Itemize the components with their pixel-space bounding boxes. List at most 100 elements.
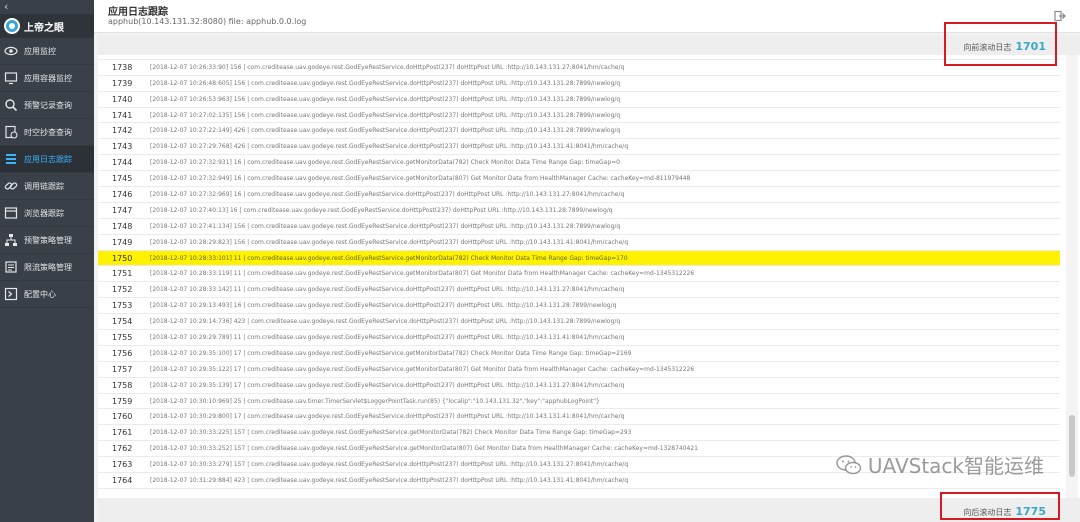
scroll-down-bar[interactable]: 向后滚动日志 1775 bbox=[98, 498, 1080, 522]
log-message: [2018-12-07 10:27:40:13] 16 | com.credit… bbox=[150, 206, 613, 214]
log-message: [2018-12-07 10:28:29:823] 156 | com.cred… bbox=[150, 238, 629, 246]
log-line-number: 1747 bbox=[112, 205, 133, 215]
log-row: 1748 [2018-12-07 10:27:41:134] 156 | com.… bbox=[98, 219, 1060, 235]
sidebar-item-ratelimit-policy[interactable]: 限流策略管理 bbox=[0, 254, 94, 281]
exit-icon[interactable] bbox=[1054, 10, 1066, 22]
log-row: 1752 [2018-12-07 10:28:33:142] 11 | com.c… bbox=[98, 282, 1060, 299]
log-line-number: 1738 bbox=[112, 62, 133, 72]
log-row-highlighted: 1750 [2018-12-07 10:28:33:101] 11 | com.c… bbox=[98, 250, 1060, 267]
watermark-text: UAVStack智能运维 bbox=[867, 454, 1044, 478]
brand: 上帝之眼 bbox=[0, 14, 94, 38]
sidebar-item-alert-records[interactable]: 预警记录查询 bbox=[0, 92, 94, 119]
sidebar-item-label: 配置中心 bbox=[24, 289, 56, 299]
sidebar-item-call-chain[interactable]: 调用链跟踪 bbox=[0, 173, 94, 200]
logo-icon bbox=[4, 18, 20, 34]
log-row: 1758 [2018-12-07 10:29:35:139] 17 | com.c… bbox=[98, 378, 1060, 394]
sidebar-item-container-monitor[interactable]: 应用容器监控 bbox=[0, 65, 94, 92]
log-message: [2018-12-07 10:30:29:800] 17 | com.credi… bbox=[150, 413, 625, 421]
log-row: 1745 [2018-12-07 10:27:32:949] 16 | com.c… bbox=[98, 171, 1060, 188]
log-line-number: 1758 bbox=[112, 380, 133, 390]
tree-icon bbox=[4, 233, 18, 247]
log-line-number: 1748 bbox=[112, 221, 133, 231]
log-row: 1749 [2018-12-07 10:28:29:823] 156 | com.… bbox=[98, 235, 1060, 251]
back-icon[interactable]: ‹ bbox=[0, 0, 94, 14]
sidebar-nav: 应用监控 应用容器监控 预警记录查询 时空抄查查询 应用日志跟踪 调用链跟踪 浏… bbox=[0, 38, 94, 308]
log-row: 1754 [2018-12-07 10:29:14:736] 423 | com.… bbox=[98, 314, 1060, 331]
shield-icon bbox=[4, 260, 18, 274]
wechat-icon bbox=[836, 454, 862, 474]
log-message: [2018-12-07 10:28:33:142] 11 | com.credi… bbox=[150, 286, 625, 294]
log-line-number: 1761 bbox=[112, 428, 133, 438]
log-file-info: apphub(10.143.131.32:8080) file: apphub.… bbox=[108, 17, 307, 26]
log-row: 1740 [2018-12-07 10:26:53:963] 156 | com.… bbox=[98, 92, 1060, 108]
log-row: 1761 [2018-12-07 10:30:33:225] 157 | com.… bbox=[98, 425, 1060, 442]
log-row: 1746 [2018-12-07 10:27:32:969] 16 | com.c… bbox=[98, 187, 1060, 203]
monitor-icon bbox=[4, 71, 18, 85]
sidebar-item-label: 应用监控 bbox=[24, 46, 56, 56]
log-message: [2018-12-07 10:30:33:252] 157 | com.cred… bbox=[150, 445, 698, 453]
bars-icon bbox=[4, 152, 18, 166]
log-line-number: 1763 bbox=[112, 460, 133, 470]
log-line-number: 1756 bbox=[112, 348, 133, 358]
sidebar-item-browser-trace[interactable]: 浏览器跟踪 bbox=[0, 200, 94, 227]
sidebar-item-alert-policy[interactable]: 预警策略管理 bbox=[0, 227, 94, 254]
log-line-number: 1750 bbox=[112, 253, 133, 263]
scrollbar-thumb[interactable] bbox=[1069, 415, 1075, 477]
log-row: 1756 [2018-12-07 10:29:35:100] 17 | com.c… bbox=[98, 346, 1060, 362]
page-header: 应用日志跟踪 apphub(10.143.131.32:8080) file: … bbox=[94, 0, 1080, 33]
log-message: [2018-12-07 10:30:33:279] 157 | com.cred… bbox=[150, 461, 629, 469]
log-message: [2018-12-07 10:27:32:969] 16 | com.credi… bbox=[150, 190, 625, 198]
log-message: [2018-12-07 10:26:33:90] 156 | com.credi… bbox=[150, 63, 625, 71]
scroll-up-bar[interactable]: 向前滚动日志 1701 bbox=[98, 35, 1080, 55]
log-line-number: 1757 bbox=[112, 364, 133, 374]
vertical-scrollbar[interactable] bbox=[1066, 55, 1078, 498]
watermark: UAVStack智能运维 bbox=[836, 450, 1044, 479]
log-line-number: 1749 bbox=[112, 237, 133, 247]
sidebar: ‹ 上帝之眼 应用监控 应用容器监控 预警记录查询 时空抄查查询 应用日志跟踪 … bbox=[0, 0, 94, 522]
log-message: [2018-12-07 10:29:14:736] 423 | com.cred… bbox=[150, 318, 621, 326]
log-message: [2018-12-07 10:29:35:122] 17 | com.credi… bbox=[150, 365, 695, 373]
log-message: [2018-12-07 10:30:33:225] 157 | com.cred… bbox=[150, 429, 632, 437]
link-icon bbox=[4, 179, 18, 193]
log-line-number: 1751 bbox=[112, 269, 133, 279]
log-row: 1759 [2018-12-07 10:30:10:969] 25 | com.c… bbox=[98, 394, 1060, 410]
log-line-number: 1743 bbox=[112, 142, 133, 152]
log-line-number: 1746 bbox=[112, 189, 133, 199]
clock-icon bbox=[4, 125, 18, 139]
log-row: 1738 [2018-12-07 10:26:33:90] 156 | com.c… bbox=[98, 60, 1060, 76]
browser-icon bbox=[4, 206, 18, 220]
log-message: [2018-12-07 10:27:32:949] 16 | com.credi… bbox=[150, 175, 691, 183]
sidebar-item-app-log[interactable]: 应用日志跟踪 bbox=[0, 146, 94, 173]
log-line-number: 1762 bbox=[112, 444, 133, 454]
log-message: [2018-12-07 10:29:35:139] 17 | com.credi… bbox=[150, 381, 625, 389]
sidebar-item-app-monitor[interactable]: 应用监控 bbox=[0, 38, 94, 65]
log-message: [2018-12-07 10:29:29:789] 11 | com.credi… bbox=[150, 333, 625, 341]
log-line-number: 1759 bbox=[112, 396, 133, 406]
log-line-number: 1741 bbox=[112, 110, 133, 120]
log-message: [2018-12-07 10:29:35:100] 17 | com.credi… bbox=[150, 349, 632, 357]
sidebar-item-config-center[interactable]: 配置中心 bbox=[0, 281, 94, 308]
log-viewer[interactable]: 1737[2018-12-07 10:26:33:75] 156 | com.c… bbox=[98, 55, 1080, 498]
log-line-number: 1753 bbox=[112, 301, 133, 311]
log-row: 1753 [2018-12-07 10:29:13:493] 16 | com.c… bbox=[98, 298, 1060, 315]
log-row: 1744 [2018-12-07 10:27:32:931] 16 | com.c… bbox=[98, 155, 1060, 172]
log-row: 1755 [2018-12-07 10:29:29:789] 11 | com.c… bbox=[98, 330, 1060, 346]
log-row: 1747 [2018-12-07 10:27:40:13] 16 | com.cr… bbox=[98, 203, 1060, 219]
log-line-number: 1744 bbox=[112, 158, 133, 168]
log-message: [2018-12-07 10:30:10:969] 25 | com.credi… bbox=[150, 397, 600, 405]
log-line-number: 1742 bbox=[112, 126, 133, 136]
annotation-box-top bbox=[944, 22, 1057, 66]
sidebar-item-label: 时空抄查查询 bbox=[24, 127, 72, 137]
log-line-number: 1764 bbox=[112, 475, 133, 485]
sidebar-item-label: 调用链跟踪 bbox=[24, 181, 64, 191]
sidebar-item-label: 应用日志跟踪 bbox=[24, 154, 72, 164]
log-panel: 向前滚动日志 1701 1737[2018-12-07 10:26:33:75]… bbox=[94, 33, 1080, 522]
log-message: [2018-12-07 10:27:22:149] 426 | com.cred… bbox=[150, 127, 621, 135]
search-icon bbox=[4, 98, 18, 112]
annotation-box-bottom bbox=[940, 492, 1060, 520]
log-message: [2018-12-07 10:31:29:884] 423 | com.cred… bbox=[150, 476, 629, 484]
log-message: [2018-12-07 10:26:53:963] 156 | com.cred… bbox=[150, 95, 621, 103]
sidebar-item-timespace-query[interactable]: 时空抄查查询 bbox=[0, 119, 94, 146]
log-row: 1742 [2018-12-07 10:27:22:149] 426 | com.… bbox=[98, 123, 1060, 140]
sidebar-item-label: 预警记录查询 bbox=[24, 100, 72, 110]
